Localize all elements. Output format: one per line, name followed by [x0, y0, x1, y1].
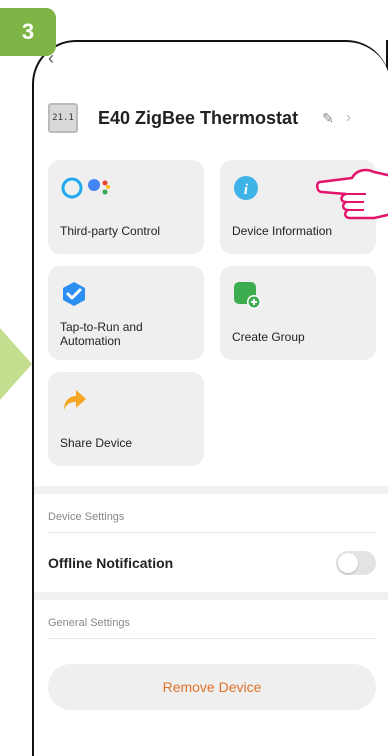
pointing-hand-icon	[316, 168, 388, 220]
side-arrow	[0, 328, 32, 400]
card-label: Tap-to-Run and Automation	[60, 320, 143, 348]
automation-icon	[60, 280, 192, 308]
card-label: Create Group	[232, 330, 305, 344]
divider	[48, 532, 376, 533]
step-badge: 3	[0, 8, 56, 56]
card-label: Share Device	[60, 436, 133, 450]
section-label-general-settings: General Settings	[48, 617, 130, 629]
card-label: Third-party Control	[60, 224, 161, 238]
offline-notification-label: Offline Notification	[48, 555, 174, 571]
divider	[48, 638, 376, 639]
edit-icon[interactable]: ✎	[322, 110, 334, 127]
page-title: E40 ZigBee Thermostat	[98, 107, 299, 128]
card-tap-to-run[interactable]: Tap-to-Run and Automation	[48, 266, 204, 360]
section-divider	[34, 592, 388, 600]
remove-device-label: Remove Device	[162, 679, 262, 695]
card-label: Device Information	[232, 224, 333, 238]
offline-notification-row: Offline Notification	[48, 540, 376, 586]
remove-device-button[interactable]: Remove Device	[48, 664, 376, 710]
offline-notification-toggle[interactable]	[336, 551, 376, 575]
card-create-group[interactable]: Create Group	[220, 266, 376, 360]
device-header: 21.1 E40 ZigBee Thermostat ✎ ›	[48, 98, 376, 138]
assistant-icon	[60, 174, 192, 202]
device-image: 21.1	[48, 103, 78, 133]
chevron-right-icon[interactable]: ›	[346, 109, 351, 127]
section-label-device-settings: Device Settings	[48, 511, 125, 523]
card-share-device[interactable]: Share Device	[48, 372, 204, 466]
phone-frame: ‹ 21.1 E40 ZigBee Thermostat ✎ › Third-p…	[32, 40, 388, 756]
section-divider	[34, 486, 388, 494]
card-third-party-control[interactable]: Third-party Control	[48, 160, 204, 254]
group-add-icon	[232, 280, 364, 309]
share-icon	[60, 386, 192, 414]
